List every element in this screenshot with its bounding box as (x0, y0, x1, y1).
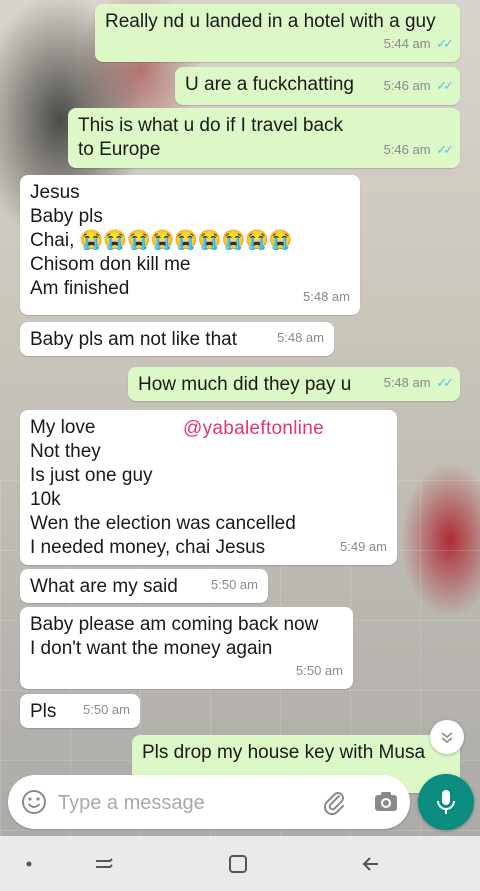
paperclip-icon[interactable] (320, 788, 348, 816)
message-meta: 5:46 am ✓✓ (383, 74, 454, 98)
system-navigation-bar (0, 836, 480, 891)
read-ticks-icon: ✓✓ (436, 78, 454, 93)
outgoing-message[interactable]: How much did they pay u 5:48 am ✓✓ (128, 367, 460, 401)
message-time: 5:48 am (277, 330, 324, 345)
message-time: 5:50 am (296, 663, 343, 678)
read-ticks-icon: ✓✓ (436, 375, 454, 390)
message-meta: 5:48 am ✓✓ (383, 371, 454, 395)
dot-icon[interactable] (15, 850, 43, 878)
camera-icon[interactable] (372, 788, 400, 816)
outgoing-message[interactable]: U are a fuckchatting 5:46 am ✓✓ (175, 67, 460, 105)
message-time: 5:48 am (303, 289, 350, 304)
microphone-icon (437, 790, 455, 814)
message-meta: 5:50 am (296, 659, 343, 683)
message-meta: 5:46 am ✓✓ (383, 138, 454, 162)
incoming-message[interactable]: Pls 5:50 am (20, 694, 140, 728)
microphone-button[interactable] (418, 774, 474, 830)
outgoing-message[interactable]: Really nd u landed in a hotel with a guy… (95, 4, 460, 62)
message-time: 5:49 am (340, 539, 387, 554)
message-meta: 5:48 am (277, 326, 324, 350)
message-time: 5:50 am (83, 702, 130, 717)
message-meta: 5:50 am (83, 698, 130, 722)
message-time: 5:46 am (383, 78, 431, 93)
message-composer (8, 775, 410, 829)
incoming-message[interactable]: Baby please am coming back now I don't w… (20, 607, 353, 689)
message-list[interactable]: Really nd u landed in a hotel with a guy… (0, 0, 480, 891)
home-icon[interactable] (224, 850, 252, 878)
message-text: Baby please am coming back now I don't w… (30, 614, 319, 659)
message-time: 5:50 am (211, 577, 258, 592)
back-icon[interactable] (358, 850, 386, 878)
read-ticks-icon: ✓✓ (436, 36, 454, 51)
emoji-icon[interactable] (20, 788, 48, 816)
read-ticks-icon: ✓✓ (436, 142, 454, 157)
message-time: 5:48 am (383, 375, 431, 390)
outgoing-message[interactable]: This is what u do if I travel back to Eu… (68, 108, 460, 168)
message-text: Jesus Baby pls Chai, 😭😭😭😭😭😭😭😭😭 Chisom do… (30, 182, 293, 299)
message-input[interactable] (56, 787, 310, 819)
incoming-message[interactable]: Baby pls am not like that 5:48 am (20, 322, 334, 356)
watermark: @yabaleftonline (183, 418, 325, 439)
message-meta: 5:49 am (340, 535, 387, 559)
recents-icon[interactable] (90, 850, 118, 878)
message-text: Pls drop my house key with Musa (142, 742, 426, 763)
message-time: 5:46 am (383, 142, 431, 157)
incoming-message[interactable]: What are my said 5:50 am (20, 569, 268, 603)
message-meta: 5:44 am ✓✓ (383, 32, 454, 56)
message-meta: 5:50 am (211, 573, 258, 597)
message-time: 5:44 am (383, 36, 431, 51)
message-text: Really nd u landed in a hotel with a guy (105, 11, 436, 32)
scroll-down-button[interactable] (430, 720, 464, 754)
incoming-message[interactable]: Jesus Baby pls Chai, 😭😭😭😭😭😭😭😭😭 Chisom do… (20, 175, 360, 315)
message-meta: 5:48 am (303, 285, 350, 309)
chevron-down-icon (441, 732, 453, 744)
